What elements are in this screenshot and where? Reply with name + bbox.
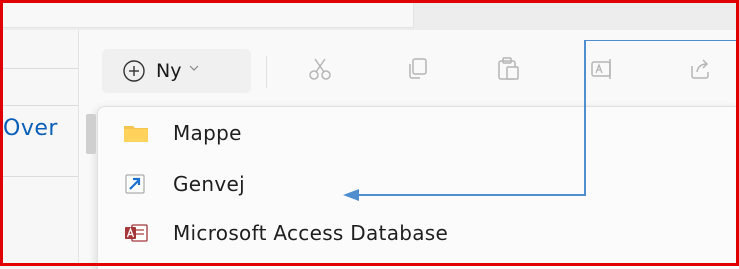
new-button[interactable]: Ny <box>102 49 251 93</box>
toolbar-separator <box>266 56 267 88</box>
window-tab[interactable] <box>3 3 414 27</box>
cut-icon[interactable] <box>307 56 333 82</box>
left-pane-divider <box>3 105 78 106</box>
menu-item-access-database[interactable]: Microsoft Access Database <box>123 217 448 249</box>
share-icon[interactable] <box>688 56 714 82</box>
annotation-line <box>584 40 586 196</box>
chevron-down-icon <box>190 65 199 71</box>
menu-item-label: Microsoft Access Database <box>173 221 449 245</box>
sidebar-partial-label[interactable]: Over <box>3 116 79 141</box>
menu-item-label: Genvej <box>173 172 245 196</box>
shortcut-icon <box>125 174 145 194</box>
annotation-arrowhead-icon <box>343 189 359 201</box>
menu-item-shortcut[interactable]: Genvej <box>123 168 245 200</box>
left-pane-divider <box>3 176 78 177</box>
left-pane <box>3 30 79 263</box>
access-database-icon <box>125 224 148 242</box>
copy-icon[interactable] <box>404 56 430 82</box>
rename-icon[interactable] <box>590 56 616 82</box>
folder-icon <box>124 126 148 142</box>
plus-circle-icon <box>123 60 145 82</box>
new-button-label: Ny <box>156 60 182 82</box>
left-pane-divider <box>3 68 78 69</box>
annotation-line <box>584 40 736 41</box>
menu-item-label: Mappe <box>173 121 242 145</box>
paste-icon[interactable] <box>495 56 521 82</box>
menu-item-folder[interactable]: Mappe <box>123 117 242 149</box>
pane-scrollbar[interactable] <box>86 114 96 154</box>
annotation-line <box>356 194 586 196</box>
